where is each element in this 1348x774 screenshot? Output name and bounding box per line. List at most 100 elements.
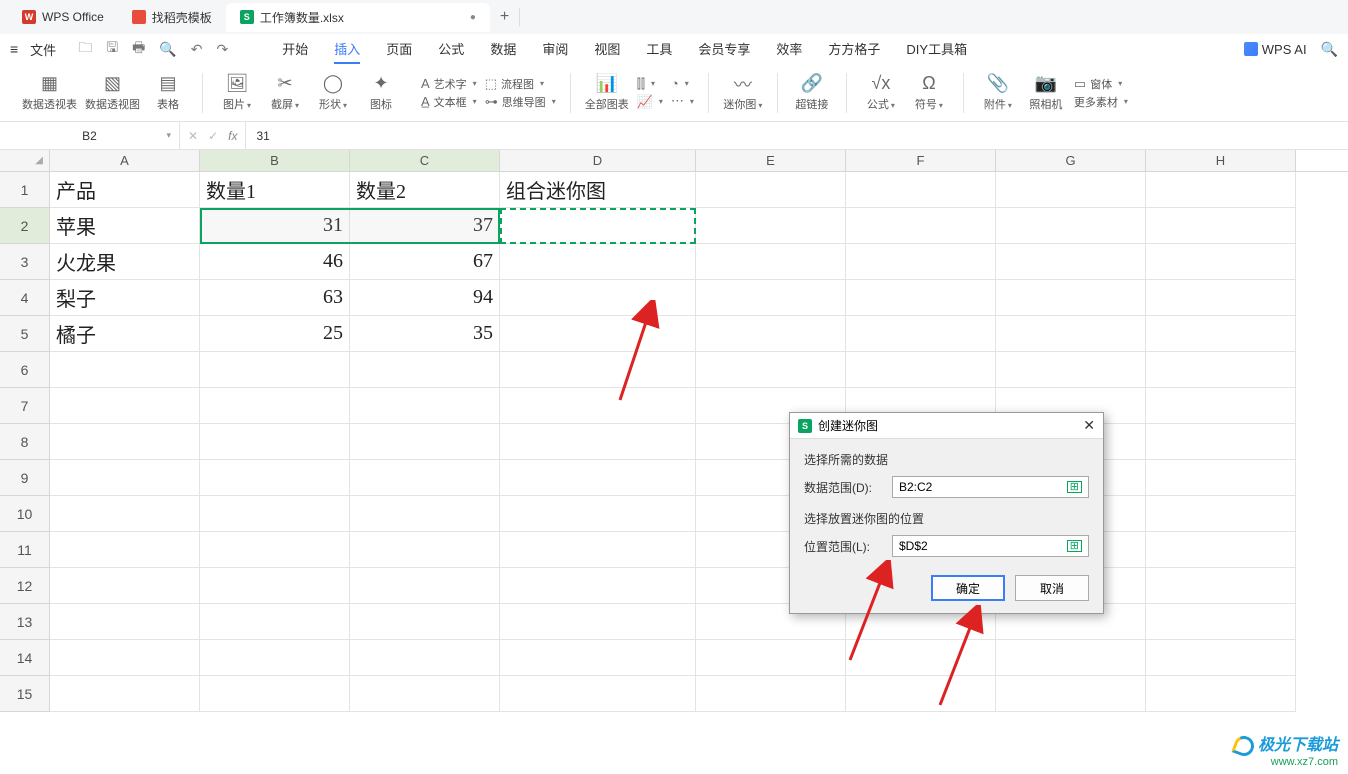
equation-button[interactable]: √x公式▾ — [861, 74, 901, 112]
range-picker-icon[interactable]: ⊞ — [1067, 540, 1082, 552]
wordart-button[interactable]: A艺术字▾ — [421, 76, 477, 92]
col-header-D[interactable]: D — [500, 150, 696, 171]
cell-E3[interactable] — [696, 244, 846, 280]
row-header-5[interactable]: 5 — [0, 316, 50, 352]
dialog-title-bar[interactable]: S 创建迷你图 ✕ — [790, 413, 1103, 439]
symbol-button[interactable]: Ω符号▾ — [909, 74, 949, 112]
picture-button[interactable]: 🖼图片▾ — [217, 74, 257, 112]
cell-F5[interactable] — [846, 316, 996, 352]
select-all-corner[interactable]: ◢ — [0, 150, 50, 171]
cell[interactable] — [50, 676, 200, 712]
cell[interactable] — [200, 496, 350, 532]
app-tab-daoke[interactable]: 找稻壳模板 — [118, 3, 226, 32]
tab-tool[interactable]: 工具 — [646, 35, 672, 64]
sparkline-button[interactable]: 〰迷你图▾ — [723, 74, 763, 112]
col-header-B[interactable]: B — [200, 150, 350, 171]
cell[interactable] — [200, 640, 350, 676]
col-header-H[interactable]: H — [1146, 150, 1296, 171]
row-header-4[interactable]: 4 — [0, 280, 50, 316]
preview-icon[interactable]: 🔍 — [159, 41, 176, 58]
cell-E4[interactable] — [696, 280, 846, 316]
pivot-chart-button[interactable]: ▧数据透视图 — [85, 74, 140, 112]
cell-H2[interactable] — [1146, 208, 1296, 244]
cell-H5[interactable] — [1146, 316, 1296, 352]
cell[interactable] — [1146, 568, 1296, 604]
print-icon[interactable]: 🖶 — [132, 37, 145, 61]
cell[interactable] — [350, 532, 500, 568]
all-charts-button[interactable]: 📊全部图表 — [585, 74, 629, 112]
form-button[interactable]: ▭窗体▾ — [1074, 76, 1128, 92]
col-header-F[interactable]: F — [846, 150, 996, 171]
cell-G1[interactable] — [996, 172, 1146, 208]
cell[interactable] — [846, 676, 996, 712]
shapes-button[interactable]: ◯形状▾ — [313, 74, 353, 112]
cell[interactable] — [350, 352, 500, 388]
cell-D3[interactable] — [500, 244, 696, 280]
app-tab-workbook[interactable]: S 工作簿数量.xlsx ● — [226, 3, 490, 32]
cell-H3[interactable] — [1146, 244, 1296, 280]
cell-A3[interactable]: 火龙果 — [50, 244, 200, 280]
row-header-11[interactable]: 11 — [0, 532, 50, 568]
cell[interactable] — [350, 640, 500, 676]
cell[interactable] — [350, 496, 500, 532]
row-header-6[interactable]: 6 — [0, 352, 50, 388]
textbox-button[interactable]: A̲文本框▾ — [421, 94, 477, 110]
col-header-E[interactable]: E — [696, 150, 846, 171]
cell-E2[interactable] — [696, 208, 846, 244]
chart-line-button[interactable]: 📈▾ — [637, 94, 663, 110]
screenshot-button[interactable]: ✂截屏▾ — [265, 74, 305, 112]
cell[interactable] — [50, 352, 200, 388]
row-header-10[interactable]: 10 — [0, 496, 50, 532]
save-icon[interactable]: 🖫 — [106, 37, 118, 61]
row-header-14[interactable]: 14 — [0, 640, 50, 676]
cell[interactable] — [200, 568, 350, 604]
cell[interactable] — [350, 388, 500, 424]
wps-ai-button[interactable]: WPS AI — [1244, 42, 1307, 57]
cell[interactable] — [200, 352, 350, 388]
redo-icon[interactable]: ↷ — [217, 41, 229, 58]
cell[interactable] — [1146, 388, 1296, 424]
cell[interactable] — [200, 532, 350, 568]
cell[interactable] — [500, 496, 696, 532]
cell[interactable] — [350, 424, 500, 460]
cell[interactable] — [996, 352, 1146, 388]
cell-B1[interactable]: 数量1 — [200, 172, 350, 208]
cell[interactable] — [846, 352, 996, 388]
row-header-13[interactable]: 13 — [0, 604, 50, 640]
cell[interactable] — [1146, 676, 1296, 712]
cell-G4[interactable] — [996, 280, 1146, 316]
cell[interactable] — [1146, 532, 1296, 568]
ok-button[interactable]: 确定 — [931, 575, 1005, 601]
mindmap-button[interactable]: ⊶思维导图▾ — [485, 94, 556, 110]
undo-icon[interactable]: ↶ — [191, 41, 203, 58]
col-header-C[interactable]: C — [350, 150, 500, 171]
cell-H4[interactable] — [1146, 280, 1296, 316]
cell[interactable] — [200, 676, 350, 712]
cell-E5[interactable] — [696, 316, 846, 352]
hyperlink-button[interactable]: 🔗超链接 — [792, 74, 832, 112]
cell[interactable] — [696, 640, 846, 676]
cell[interactable] — [846, 640, 996, 676]
cell[interactable] — [500, 676, 696, 712]
cell-F2[interactable] — [846, 208, 996, 244]
tab-insert[interactable]: 插入 — [334, 35, 360, 64]
flowchart-button[interactable]: ⬚流程图▾ — [485, 76, 556, 92]
cell-A5[interactable]: 橘子 — [50, 316, 200, 352]
hamburger-icon[interactable]: ≡ — [10, 41, 18, 57]
cell-F1[interactable] — [846, 172, 996, 208]
cell-A2[interactable]: 苹果 — [50, 208, 200, 244]
cell[interactable] — [500, 532, 696, 568]
cell[interactable] — [50, 532, 200, 568]
cell[interactable] — [1146, 352, 1296, 388]
name-box[interactable]: B2 ▾ — [0, 122, 180, 149]
row-header-15[interactable]: 15 — [0, 676, 50, 712]
cancel-icon[interactable]: ✕ — [188, 129, 198, 143]
app-tab-wps[interactable]: W WPS Office — [8, 4, 118, 30]
cell-D5[interactable] — [500, 316, 696, 352]
cell[interactable] — [200, 460, 350, 496]
new-tab-button[interactable]: + — [500, 8, 509, 26]
chart-more-button[interactable]: ⋯▾ — [671, 93, 694, 109]
row-header-9[interactable]: 9 — [0, 460, 50, 496]
confirm-icon[interactable]: ✓ — [208, 129, 218, 143]
cell-E1[interactable] — [696, 172, 846, 208]
